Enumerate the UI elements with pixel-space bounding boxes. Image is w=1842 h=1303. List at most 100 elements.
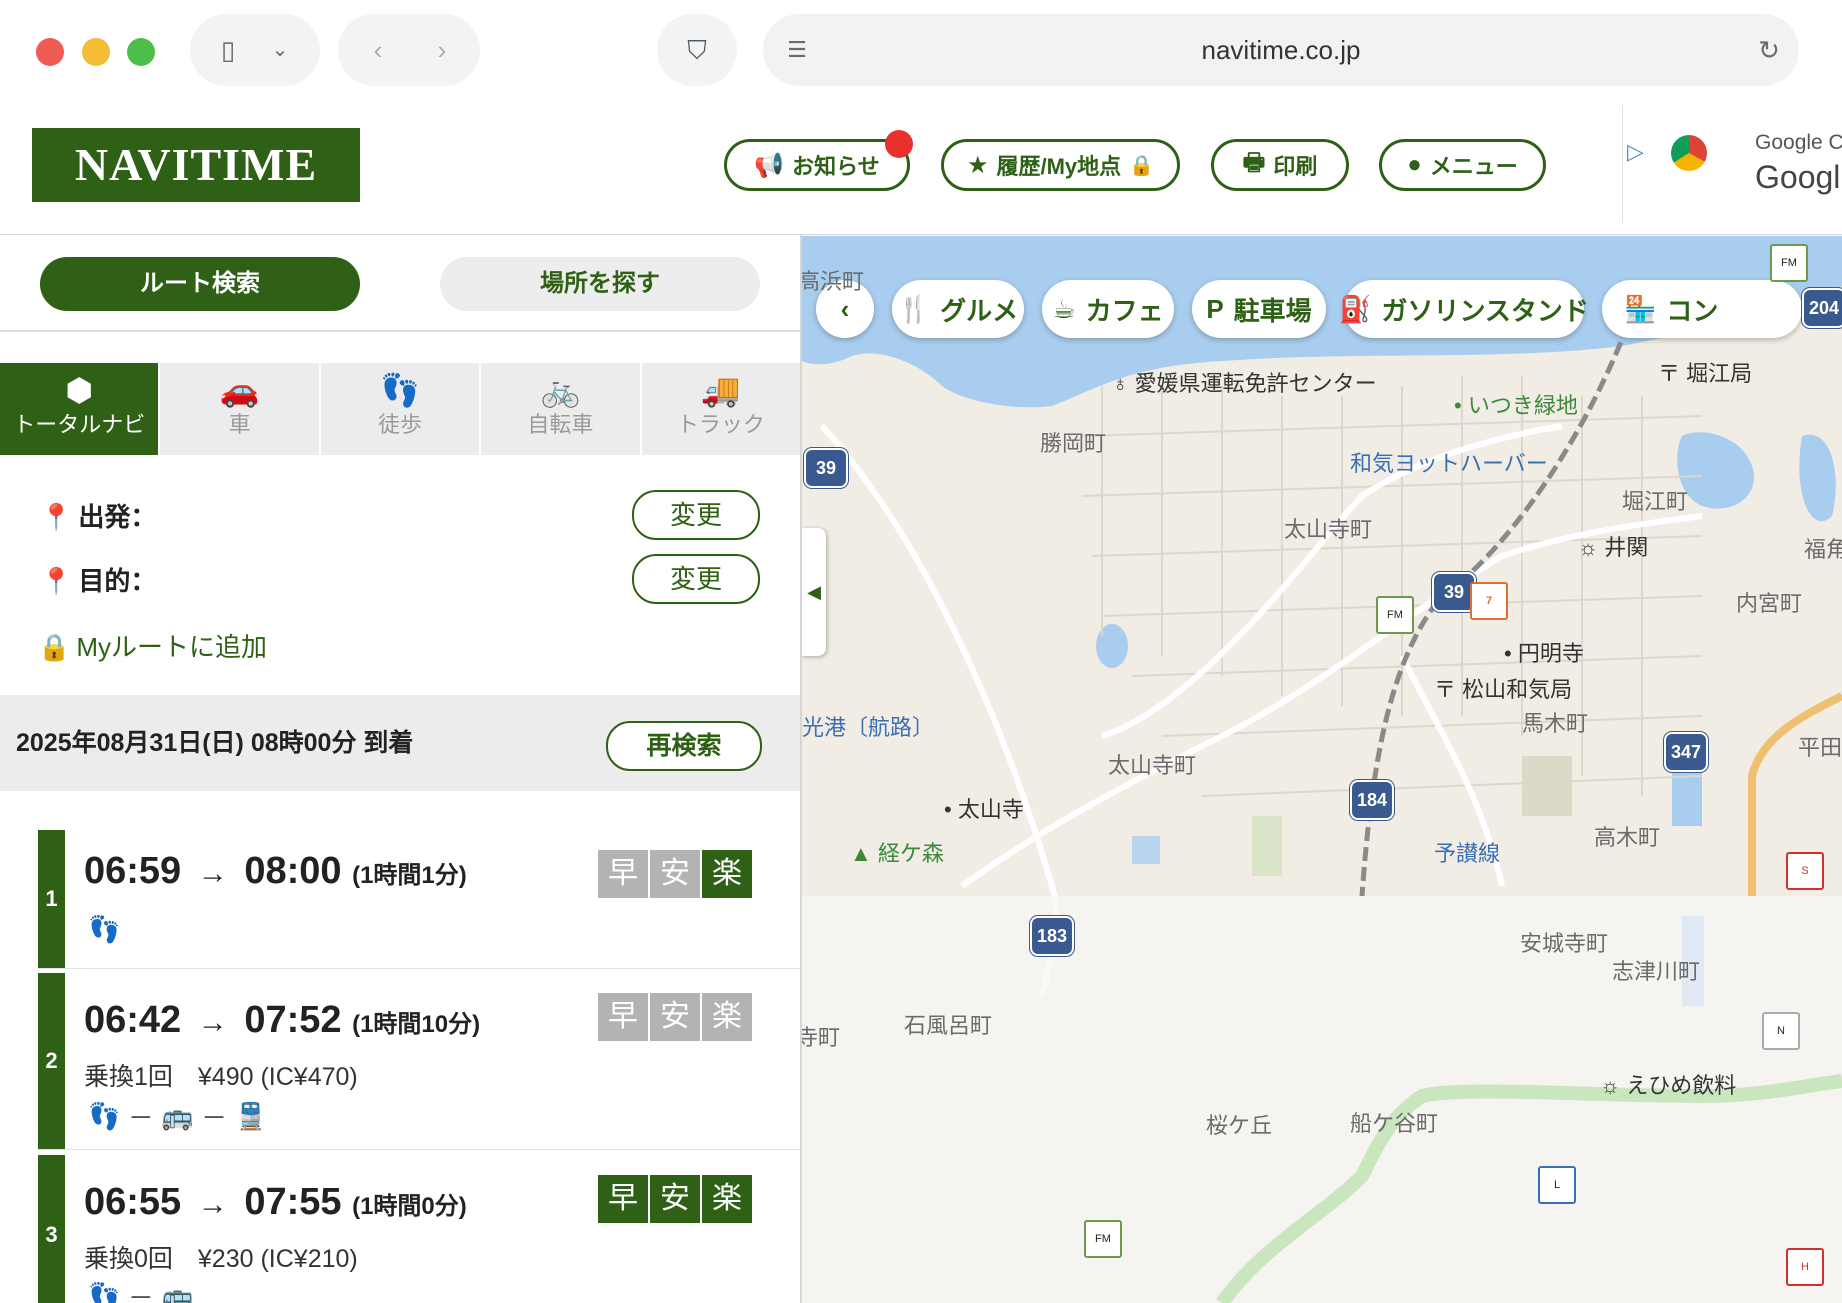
change-destination-button[interactable]: 変更: [632, 554, 760, 604]
change-origin-button[interactable]: 変更: [632, 490, 760, 540]
reload-icon[interactable]: ↻: [1749, 14, 1789, 86]
category-label: カフェ: [1085, 295, 1164, 326]
category-label: 駐車場: [1233, 295, 1312, 326]
user-icon: ●: [1407, 151, 1422, 178]
seven-eleven-icon[interactable]: 7: [1470, 582, 1508, 620]
suzuki-icon[interactable]: S: [1786, 852, 1824, 890]
familymart-icon[interactable]: FM: [1376, 596, 1414, 634]
map-label: 福角: [1804, 537, 1842, 562]
map-label-text: えひめ飲料: [1626, 1073, 1737, 1098]
menu-label: メニュー: [1429, 154, 1518, 179]
parking-icon: P: [1206, 293, 1224, 324]
category-label: ガソリンスタンド: [1381, 295, 1589, 326]
close-window-button[interactable]: [36, 38, 64, 66]
category-cafe-button[interactable]: ☕ カフェ: [1042, 280, 1174, 338]
zoom-window-button[interactable]: [127, 38, 155, 66]
truck-icon: 🚚: [700, 371, 741, 409]
mode-label: トータルナビ: [13, 413, 146, 438]
tab-route-search[interactable]: ルート検索: [40, 257, 360, 311]
route-badges: 早 安 楽: [598, 850, 752, 898]
facility-icon: ♁: [1112, 371, 1135, 396]
pond: [1799, 434, 1836, 522]
history-nav-group: ‹ ›: [338, 14, 480, 86]
forward-button[interactable]: ›: [422, 14, 462, 86]
map-label: ☼ 井関: [1578, 530, 1648, 562]
add-my-route-link[interactable]: 🔒 Myルートに追加: [38, 627, 267, 664]
map-label: 桜ケ丘: [1206, 1113, 1273, 1138]
back-button[interactable]: ‹: [358, 14, 398, 86]
map-label-text: 経ケ森: [877, 841, 944, 866]
familymart-icon[interactable]: FM: [1084, 1220, 1122, 1258]
destination-label: 目的：: [78, 566, 157, 596]
map-label-text: 太山寺: [957, 797, 1024, 822]
route-time: 06:55 → 07:55 (1時間0分): [84, 1181, 467, 1224]
route-result-1[interactable]: 1 06:59 → 08:00 (1時間1分) 👣 早 安 楽: [38, 830, 800, 969]
map-label: 〒 松山和気局: [1434, 672, 1572, 704]
nissan-icon[interactable]: N: [1762, 1012, 1800, 1050]
map-label: 内宮町: [1736, 591, 1803, 616]
collapse-panel-button[interactable]: ◀: [802, 528, 826, 656]
map-label: 太山寺町: [1108, 753, 1197, 778]
route-result-2[interactable]: 2 06:42 → 07:52 (1時間10分) 乗換1回 ¥490 (IC¥4…: [38, 973, 800, 1150]
ad-choices-icon[interactable]: ▷: [1627, 139, 1644, 165]
route-number: 1: [38, 830, 65, 968]
category-convenience-button[interactable]: 🏪 コン: [1602, 280, 1802, 338]
map-label: • 太山寺: [944, 797, 1024, 822]
sidebar-icon[interactable]: ▯: [208, 14, 248, 86]
ad-banner[interactable]: ▷ Google C Googl: [1622, 105, 1842, 223]
tab-place-search[interactable]: 場所を探す: [440, 257, 760, 311]
familymart-icon[interactable]: FM: [1770, 244, 1808, 282]
honda-icon[interactable]: H: [1786, 1248, 1824, 1286]
address-bar[interactable]: ☰ navitime.co.jp ↻: [763, 14, 1799, 86]
coffee-icon: ☕: [1052, 293, 1076, 324]
category-gas-station-button[interactable]: ⛽ ガソリンスタンド: [1339, 280, 1589, 338]
badge-cheap: 安: [650, 850, 700, 898]
triangle-left-icon: ◀: [807, 582, 821, 602]
road-shield: 184: [1350, 780, 1394, 820]
road-shield: 204: [1802, 288, 1842, 328]
category-gourmet-button[interactable]: 🍴 グルメ: [892, 280, 1024, 338]
arrival-datetime: 2025年08月31日(日) 08時00分 到着: [16, 729, 414, 757]
route-result-3[interactable]: 3 06:55 → 07:55 (1時間0分) 乗換0回 ¥230 (IC¥21…: [38, 1155, 800, 1303]
arrive-time: 07:55: [244, 1181, 342, 1223]
lawson-icon[interactable]: L: [1538, 1166, 1576, 1204]
map-label: ▲ 経ケ森: [850, 836, 944, 868]
map-label-text: 円明寺: [1517, 641, 1584, 666]
print-button[interactable]: 🖶 印刷: [1211, 139, 1349, 191]
map-pin-icon: 📍: [40, 566, 73, 596]
mode-tab-total-navi[interactable]: ⬢ トータルナビ: [0, 363, 161, 455]
mode-tab-truck[interactable]: 🚚 トラック: [642, 363, 800, 455]
mode-tab-walk[interactable]: 👣 徒歩: [321, 363, 482, 455]
megaphone-icon: 📢: [754, 151, 785, 179]
research-button[interactable]: 再検索: [606, 721, 762, 771]
pocket-button[interactable]: ⛉: [657, 14, 737, 86]
map-label: 安城寺町: [1520, 931, 1609, 956]
chevron-down-icon[interactable]: ⌄: [260, 14, 300, 86]
category-parking-button[interactable]: P 駐車場: [1192, 280, 1326, 338]
map-pin-icon: 📍: [40, 502, 73, 532]
mode-tab-car[interactable]: 🚗 車: [160, 363, 321, 455]
route-number: 3: [38, 1155, 65, 1303]
origin-label: 出発：: [78, 502, 157, 532]
notice-button[interactable]: 📢 お知らせ: [724, 130, 913, 191]
notification-dot: [885, 130, 913, 158]
depart-time: 06:55: [84, 1181, 182, 1223]
map-label: 堀江町: [1622, 489, 1689, 514]
pond: [1096, 624, 1128, 668]
history-myplace-button[interactable]: ★ 履歴/My地点 🔒: [941, 139, 1180, 191]
menu-button[interactable]: ● メニュー: [1379, 139, 1546, 191]
pond: [1677, 432, 1754, 509]
map-label: 〒 堀江局: [1658, 356, 1752, 388]
transport-mode-tabs: ⬢ トータルナビ 🚗 車 👣 徒歩 🚲 自転車 🚚 トラック: [0, 363, 800, 455]
mode-label: 車: [228, 413, 251, 438]
route-panel: ルート検索 場所を探す ⬢ トータルナビ 🚗 車 👣 徒歩 🚲 自転車 🚚 トラ…: [0, 235, 802, 1303]
fork-knife-icon: 🍴: [897, 293, 931, 324]
sidebar-toggle-group: ▯ ⌄: [190, 14, 320, 86]
arrow: →: [197, 1006, 228, 1039]
mode-tab-bicycle[interactable]: 🚲 自転車: [481, 363, 642, 455]
road-shield: 183: [1030, 916, 1074, 956]
minimize-window-button[interactable]: [82, 38, 110, 66]
map-view[interactable]: ‹ 🍴 グルメ ☕ カフェ P 駐車場 ⛽ ガソリンスタンド 🏪 コン ◀ 39 39 2…: [802, 236, 1842, 1303]
block: [1522, 756, 1572, 816]
navitime-logo[interactable]: NAVITIME: [32, 128, 360, 202]
